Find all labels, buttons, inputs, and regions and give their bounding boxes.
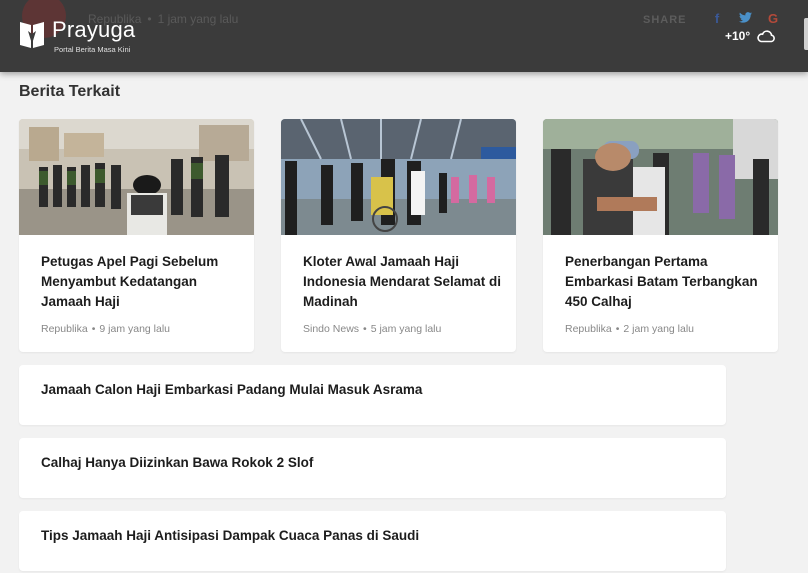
card-meta: Republika • 2 jam yang lalu bbox=[565, 323, 695, 335]
card-title[interactable]: Petugas Apel Pagi Sebelum Menyambut Keda… bbox=[41, 252, 241, 312]
list-item[interactable]: Jamaah Calon Haji Embarkasi Padang Mulai… bbox=[19, 365, 726, 425]
logo-name: Prayuga bbox=[52, 17, 136, 42]
logo-tagline: Portal Berita Masa Kini bbox=[54, 45, 131, 54]
list-item-title[interactable]: Calhaj Hanya Diizinkan Bawa Rokok 2 Slof bbox=[41, 455, 313, 470]
temperature: +10° bbox=[725, 29, 751, 43]
weather-widget: +10° bbox=[725, 29, 776, 43]
share-icons: f G bbox=[710, 11, 780, 26]
list-item-title[interactable]: Tips Jamaah Haji Antisipasi Dampak Cuaca… bbox=[41, 528, 419, 543]
section-title: Berita Terkait bbox=[19, 83, 121, 100]
news-card[interactable]: Kloter Awal Jamaah Haji Indonesia Mendar… bbox=[281, 119, 516, 352]
list-item[interactable]: Tips Jamaah Haji Antisipasi Dampak Cuaca… bbox=[19, 511, 726, 571]
card-source: Sindo News bbox=[303, 323, 360, 335]
side-panel-tab[interactable] bbox=[804, 18, 808, 50]
site-header: Republika • 1 jam yang lalu Prayuga Portal… bbox=[0, 0, 808, 72]
card-source: Republika bbox=[41, 323, 88, 335]
share-label: SHARE bbox=[643, 14, 687, 26]
twitter-icon[interactable] bbox=[738, 11, 752, 26]
list-item[interactable]: Calhaj Hanya Diizinkan Bawa Rokok 2 Slof bbox=[19, 438, 726, 498]
news-card[interactable]: Penerbangan Pertama Embarkasi Batam Terb… bbox=[543, 119, 778, 352]
news-thumbnail bbox=[543, 119, 778, 235]
card-title[interactable]: Kloter Awal Jamaah Haji Indonesia Mendar… bbox=[303, 252, 503, 312]
news-card[interactable]: Petugas Apel Pagi Sebelum Menyambut Keda… bbox=[19, 119, 254, 352]
book-logo-icon bbox=[20, 22, 44, 48]
card-time: 9 jam yang lalu bbox=[99, 323, 171, 335]
facebook-icon[interactable]: f bbox=[710, 11, 724, 26]
article-time: 1 jam yang lalu bbox=[157, 12, 239, 26]
news-thumbnail bbox=[281, 119, 516, 235]
card-source: Republika bbox=[565, 323, 612, 335]
cloud-icon bbox=[757, 30, 776, 43]
card-meta: Sindo News • 5 jam yang lalu bbox=[303, 323, 442, 335]
card-time: 5 jam yang lalu bbox=[370, 323, 442, 335]
card-time: 2 jam yang lalu bbox=[623, 323, 695, 335]
site-logo[interactable]: Prayuga Portal Berita Masa Kini bbox=[18, 18, 135, 54]
news-thumbnail bbox=[19, 119, 254, 235]
card-title[interactable]: Penerbangan Pertama Embarkasi Batam Terb… bbox=[565, 252, 765, 312]
card-meta: Republika • 9 jam yang lalu bbox=[41, 323, 171, 335]
list-item-title[interactable]: Jamaah Calon Haji Embarkasi Padang Mulai… bbox=[41, 382, 422, 397]
google-plus-icon[interactable]: G bbox=[766, 11, 780, 26]
